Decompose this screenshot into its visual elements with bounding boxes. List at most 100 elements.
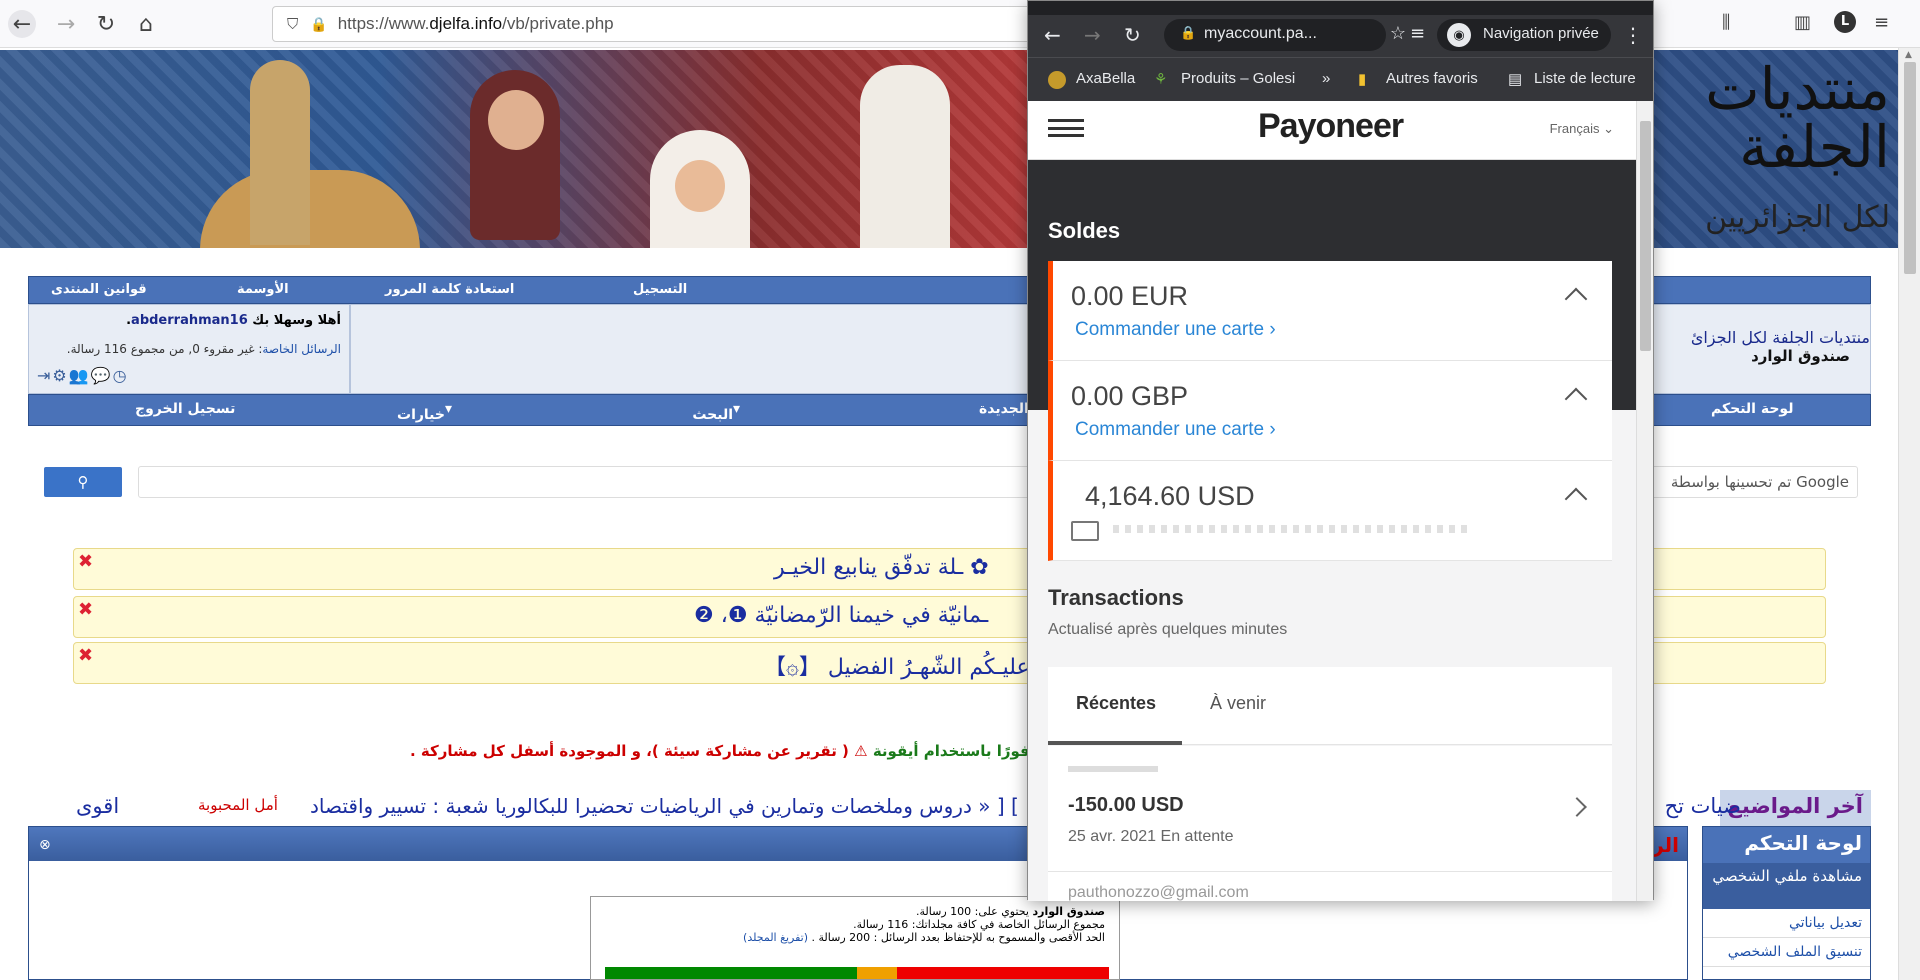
scroll-thumb[interactable] — [1640, 121, 1651, 351]
bookmarks-overflow[interactable]: » — [1322, 70, 1330, 87]
account-avatar[interactable]: L — [1834, 11, 1856, 33]
notice-text-2[interactable]: ـمانيّة في خيمنا الرّمضانيّة ❶، ❷ — [694, 603, 988, 628]
forward-button[interactable]: → — [52, 10, 80, 38]
order-card-label: Commander une carte — [1075, 319, 1265, 340]
forward-button[interactable]: → — [1084, 23, 1101, 47]
payoneer-page: Payoneer Français ⌄ Soldes 0.00 EUR Comm… — [1028, 101, 1638, 901]
chevron-down-icon: ⌄ — [1603, 121, 1614, 136]
url-bar[interactable]: ⛉ 🔒 https://www. djelfa.info/vb/private.p… — [272, 6, 1032, 42]
cp-item-profile-format[interactable]: تنسيق الملف الشخصي — [1703, 938, 1870, 967]
chevron-up-icon[interactable] — [1564, 387, 1588, 411]
tracking-shield-icon[interactable]: ⛉ — [287, 16, 298, 33]
nav-register[interactable]: التسجيل — [633, 282, 687, 297]
forum-logo-subtitle: لكل الجزائريين — [1705, 200, 1890, 235]
cp-item-view-profile[interactable]: مشاهدة ملفي الشخصي — [1703, 863, 1870, 909]
ticker-strong[interactable]: اقوى — [76, 794, 119, 818]
order-card-link[interactable]: Commander une carte › — [1075, 319, 1276, 341]
notice-text-1[interactable]: ✿ ـلة تدفّق ينابيع الخيـر — [774, 555, 989, 580]
reload-button[interactable]: ↻ — [92, 10, 120, 38]
incognito-badge[interactable]: ◉ Navigation privée — [1437, 19, 1611, 51]
lock-icon[interactable]: 🔒 — [310, 16, 327, 33]
ticker-author[interactable]: أمل المحبوبة — [198, 796, 278, 814]
nav-control-panel[interactable]: لوحة التحكم — [1711, 401, 1793, 417]
nav-quick-options[interactable]: ▾ خيارات سريعة — [397, 401, 452, 439]
close-icon[interactable]: ✖ — [78, 551, 93, 572]
language-selector[interactable]: Français ⌄ — [1550, 121, 1614, 137]
bookmark-reading-list[interactable]: Liste de lecture — [1534, 70, 1636, 87]
nav-search[interactable]: ▾ البحث — [692, 401, 740, 423]
back-button[interactable]: ← — [8, 10, 36, 38]
balance-card-usd[interactable]: 4,164.60 USD — [1048, 461, 1612, 561]
omnibox-url: myaccount.pa... — [1204, 25, 1317, 42]
cp-item-edit-data[interactable]: تعديل بياناتي — [1703, 909, 1870, 938]
logout-icon[interactable]: ⇥ — [37, 366, 52, 385]
chat-icon[interactable]: 💬 — [91, 366, 113, 385]
lock-icon[interactable]: 🔒 — [1180, 25, 1196, 41]
bookmark-golesi[interactable]: Produits – Golesi — [1181, 70, 1295, 87]
url-path: /vb/private.php — [502, 14, 614, 33]
transaction-row[interactable]: pauthonozzo@gmail.com — [1048, 872, 1612, 901]
balance-card-gbp[interactable]: 0.00 GBP Commander une carte › — [1048, 361, 1612, 461]
nav-rules[interactable]: قوانين المنتدى — [51, 282, 147, 297]
hamburger-menu-icon[interactable] — [1048, 119, 1084, 137]
home-button[interactable]: ⌂ — [132, 10, 160, 38]
add-user-icon[interactable]: 👥 — [69, 366, 91, 385]
transaction-row[interactable]: -150.00 USD 25 avr. 2021 En attente — [1048, 746, 1612, 872]
incognito-label: Navigation privée — [1483, 25, 1599, 42]
menu-icon[interactable]: ≡ — [1874, 12, 1889, 33]
chrome-toolbar: ← → ↻ 🔒 myaccount.pa... ☆ ≡ ◉ Navigation pr… — [1028, 15, 1653, 57]
empty-folder-link[interactable]: (تفريغ المجلد) — [743, 931, 808, 944]
notice-text-3[interactable]: ـكَ عليـكُم الشّهـرُ الفضيل 【۞】 — [764, 649, 1062, 681]
url-domain: djelfa.info — [429, 14, 503, 33]
close-icon[interactable]: ✖ — [78, 645, 93, 666]
balance-card-eur[interactable]: 0.00 EUR Commander une carte › — [1048, 261, 1612, 361]
chevron-up-icon[interactable] — [1564, 487, 1588, 511]
sidebar-icon[interactable]: ▥ — [1794, 12, 1811, 33]
collapse-icon[interactable]: ⊗ — [39, 837, 51, 853]
scroll-thumb[interactable] — [1904, 62, 1916, 274]
language-value: Français — [1549, 121, 1600, 136]
google-search-button[interactable]: ⚲ — [44, 467, 122, 497]
chrome-omnibox[interactable]: 🔒 myaccount.pa... ☆ — [1164, 19, 1406, 51]
folder-stats: صندوق الوارد يحتوي على: 100 رسالة. مجموع… — [590, 896, 1120, 980]
banner-child-1-face — [488, 90, 544, 150]
control-panel-sidebar: لوحة التحكم مشاهدة ملفي الشخصي تعديل بيا… — [1702, 826, 1871, 980]
library-icon[interactable]: ⫼ — [1722, 12, 1730, 33]
balance-amount: 0.00 GBP — [1071, 381, 1189, 411]
nav-recover-password[interactable]: استعادة كلمة المرور — [385, 282, 514, 297]
nav-logout[interactable]: تسجيل الخروج — [135, 401, 235, 417]
bookmark-other-favorites[interactable]: Autres favoris — [1386, 70, 1478, 87]
settings-icon[interactable]: ⚙ — [52, 366, 68, 385]
reload-button[interactable]: ↻ — [1124, 23, 1141, 47]
chevron-up-icon[interactable] — [1564, 287, 1588, 311]
scroll-up-icon[interactable]: ▲ — [1905, 50, 1912, 60]
bookmark-axabella[interactable]: AxaBella — [1076, 70, 1135, 87]
nav-quick-options-label: خيارات سريعة — [397, 407, 445, 439]
chevron-right-icon[interactable] — [1567, 797, 1587, 817]
private-messages-link[interactable]: الرسائل الخاصة — [262, 342, 341, 356]
username-link[interactable]: abderrahman16 — [131, 313, 248, 328]
ticker-topic[interactable]: ] [ « دروس وملخصات وتمارين في الرياضيات … — [310, 794, 1019, 818]
breadcrumb-forum[interactable]: منتديات الجلفة لكل الجزائ — [1691, 328, 1870, 347]
storage-usage-bar — [605, 967, 1109, 979]
tab-recent[interactable]: Récentes — [1076, 693, 1156, 714]
credit-card-icon — [1071, 521, 1099, 541]
transaction-status: En attente — [1160, 828, 1234, 845]
order-card-link[interactable]: Commander une carte › — [1075, 419, 1276, 441]
breadcrumb-inbox: صندوق الوارد — [1751, 347, 1850, 365]
chrome-scrollbar[interactable] — [1636, 101, 1653, 901]
transactions-title: Transactions — [1048, 585, 1184, 610]
breadcrumb: منتديات الجلفة لكل الجزائ صندوق الوارد — [1691, 328, 1870, 365]
chrome-menu-icon[interactable]: ⋮ — [1623, 23, 1643, 47]
reading-list-icon[interactable]: ≡ — [1410, 23, 1425, 44]
nav-medals[interactable]: الأوسمة — [237, 282, 289, 297]
star-icon[interactable]: ☆ — [1390, 23, 1406, 44]
back-button[interactable]: ← — [1044, 23, 1061, 47]
payoneer-logo[interactable]: Payoneer — [1258, 107, 1404, 146]
clock-icon[interactable]: ◷ — [113, 366, 129, 385]
tab-upcoming[interactable]: À venir — [1210, 693, 1266, 714]
ticker-frag[interactable]: ضيات تح — [1665, 794, 1741, 818]
close-icon[interactable]: ✖ — [78, 599, 93, 620]
balance-amount: 4,164.60 USD — [1085, 481, 1255, 511]
page-scrollbar[interactable]: ▲ — [1898, 48, 1920, 980]
